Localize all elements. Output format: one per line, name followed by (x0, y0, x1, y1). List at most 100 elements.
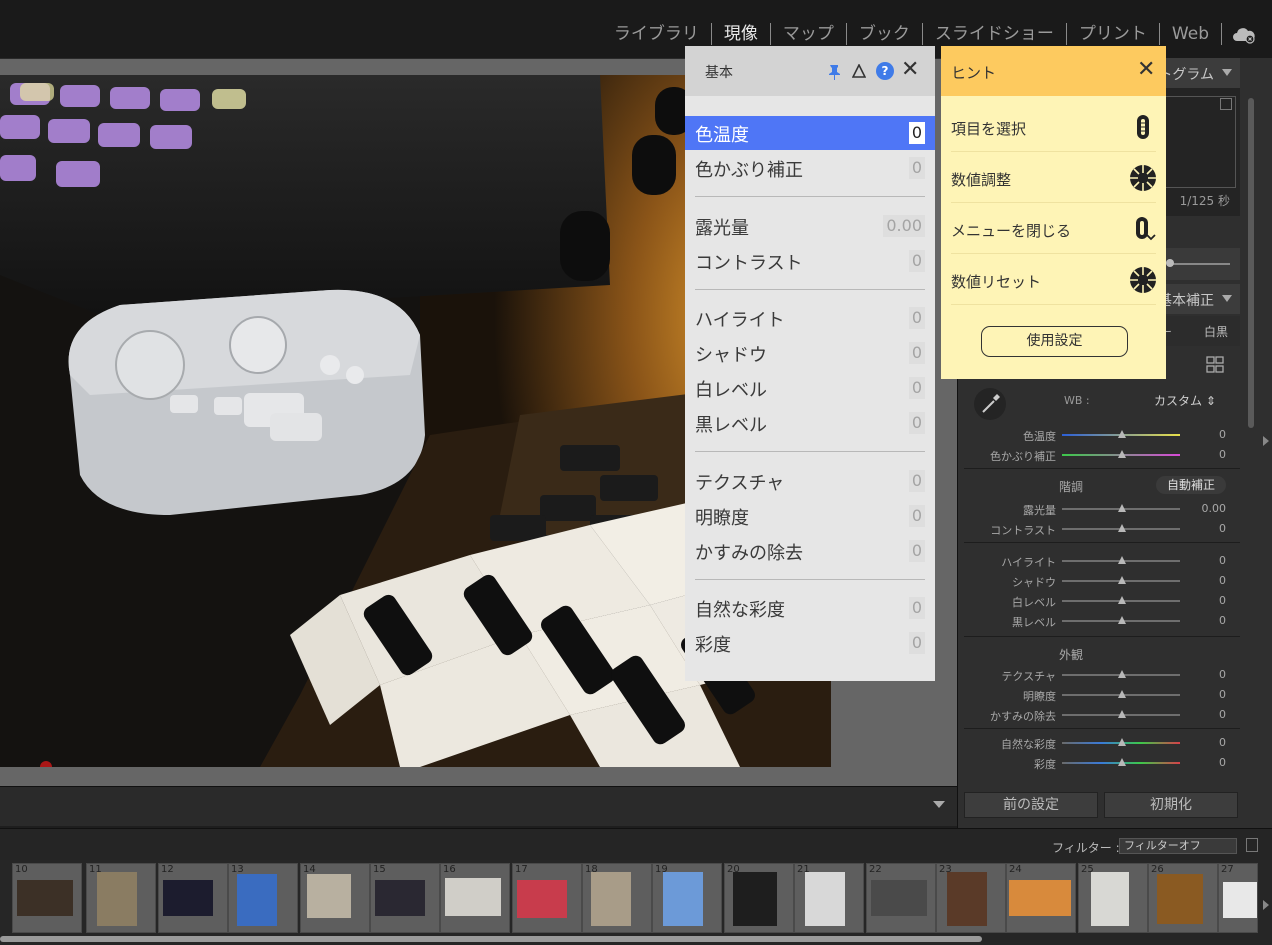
filmstrip-toggle-icon[interactable] (1263, 900, 1269, 910)
collapse-icon[interactable] (1222, 295, 1232, 302)
module-slideshow[interactable]: スライドショー (923, 22, 1066, 46)
collapse-icon[interactable] (1222, 69, 1232, 76)
basic-item-value[interactable]: 0 (908, 157, 925, 179)
slider-value[interactable]: 0 (1219, 428, 1226, 441)
slider-shadows[interactable]: シャドウ 0 (964, 570, 1240, 590)
module-web[interactable]: Web (1160, 22, 1221, 46)
film-cell[interactable]: 13 (228, 863, 298, 933)
slider-value[interactable]: 0 (1219, 756, 1226, 769)
cloud-sync-icon[interactable] (1232, 26, 1256, 44)
slider-value[interactable]: 0.00 (1202, 502, 1227, 515)
film-cell[interactable]: 20 (724, 863, 794, 933)
filmstrip-scrollbar[interactable] (0, 936, 982, 942)
close-icon[interactable]: ✕ (1137, 59, 1155, 81)
filter-lock-icon[interactable] (1246, 838, 1258, 852)
film-cell[interactable]: 10 (12, 863, 82, 933)
slider-blacks[interactable]: 黒レベル 0 (964, 610, 1240, 630)
film-cell[interactable]: 18 (582, 863, 652, 933)
basic-item-exposure[interactable]: 露光量 0.00 (685, 209, 935, 243)
slider-vibrance[interactable]: 自然な彩度 0 (964, 732, 1240, 752)
slider-value[interactable]: 0 (1219, 736, 1226, 749)
panel-toggle-icon[interactable] (1263, 436, 1269, 446)
slider-value[interactable]: 0 (1219, 688, 1226, 701)
slider-thumb[interactable] (1118, 450, 1126, 458)
basic-hud-header[interactable]: 基本 ? ✕ (685, 46, 935, 96)
slider-saturation[interactable]: 彩度 0 (964, 752, 1240, 772)
slider-thumb[interactable] (1118, 690, 1126, 698)
slider-temp[interactable]: 色温度 0 (964, 424, 1240, 444)
basic-item-value[interactable]: 0 (908, 632, 925, 654)
slider-thumb[interactable] (1118, 616, 1126, 624)
slider-thumb[interactable] (1118, 524, 1126, 532)
filter-select[interactable]: フィルターオフ (1119, 838, 1237, 854)
basic-item-value[interactable]: 0 (908, 377, 925, 399)
basic-item-value[interactable]: 0 (908, 412, 925, 434)
film-cell[interactable]: 11 (86, 863, 156, 933)
basic-item-tint[interactable]: 色かぶり補正 0 (685, 151, 935, 185)
slider-thumb[interactable] (1118, 670, 1126, 678)
wb-select[interactable]: カスタム ⇕ (1154, 392, 1216, 409)
basic-item-vibrance[interactable]: 自然な彩度 0 (685, 591, 935, 625)
slider-thumb[interactable] (1118, 596, 1126, 604)
profile-browser-icon[interactable] (1206, 356, 1224, 374)
slider-thumb[interactable] (1118, 430, 1126, 438)
basic-item-clarity[interactable]: 明瞭度 0 (685, 499, 935, 533)
close-icon[interactable]: ✕ (901, 59, 919, 81)
film-cell[interactable]: 16 (440, 863, 510, 933)
slider-value[interactable]: 0 (1219, 574, 1226, 587)
slider-thumb[interactable] (1118, 504, 1126, 512)
film-cell[interactable]: 12 (158, 863, 228, 933)
slider-dehaze[interactable]: かすみの除去 0 (964, 704, 1240, 724)
basic-item-temp[interactable]: 色温度 0 (685, 116, 935, 150)
basic-item-value[interactable]: 0 (908, 540, 925, 562)
slider-thumb[interactable] (1118, 576, 1126, 584)
film-cell[interactable]: 23 (936, 863, 1006, 933)
basic-item-shadows[interactable]: シャドウ 0 (685, 336, 935, 370)
slider-thumb[interactable] (1118, 556, 1126, 564)
eyedropper-icon[interactable] (974, 388, 1006, 420)
slider-thumb[interactable] (1118, 758, 1126, 766)
film-cell[interactable]: 24 (1006, 863, 1076, 933)
tool-slider-knob[interactable] (1166, 259, 1174, 267)
help-icon[interactable]: ? (876, 62, 894, 80)
film-cell[interactable]: 22 (866, 863, 936, 933)
film-cell[interactable]: 26 (1148, 863, 1218, 933)
film-cell[interactable]: 21 (794, 863, 864, 933)
slider-thumb[interactable] (1118, 710, 1126, 718)
basic-item-blacks[interactable]: 黒レベル 0 (685, 406, 935, 440)
slider-clarity[interactable]: 明瞭度 0 (964, 684, 1240, 704)
auto-tone-button[interactable]: 自動補正 (1156, 476, 1226, 494)
slider-texture[interactable]: テクスチャ 0 (964, 664, 1240, 684)
slider-value[interactable]: 0 (1219, 708, 1226, 721)
slider-highlights[interactable]: ハイライト 0 (964, 550, 1240, 570)
pin-icon[interactable] (827, 64, 841, 80)
slider-contrast[interactable]: コントラスト 0 (964, 518, 1240, 538)
basic-item-dehaze[interactable]: かすみの除去 0 (685, 534, 935, 568)
slider-value[interactable]: 0 (1219, 594, 1226, 607)
slider-exposure[interactable]: 露光量 0.00 (964, 498, 1240, 518)
previous-settings-button[interactable]: 前の設定 (964, 792, 1098, 818)
slider-value[interactable]: 0 (1219, 614, 1226, 627)
module-develop[interactable]: 現像 (712, 22, 770, 46)
panel-scrollbar[interactable] (1248, 98, 1254, 428)
reset-button[interactable]: 初期化 (1104, 792, 1238, 818)
basic-item-value[interactable]: 0.00 (883, 215, 925, 237)
settings-button[interactable]: 使用設定 (981, 326, 1128, 357)
slider-value[interactable]: 0 (1219, 448, 1226, 461)
film-cell[interactable]: 17 (512, 863, 582, 933)
slider-whites[interactable]: 白レベル 0 (964, 590, 1240, 610)
basic-item-value[interactable]: 0 (908, 307, 925, 329)
treatment-bw[interactable]: 白黒 (1204, 323, 1228, 340)
module-library[interactable]: ライブラリ (602, 22, 711, 46)
slider-tint[interactable]: 色かぶり補正 0 (964, 444, 1240, 464)
basic-item-value[interactable]: 0 (908, 342, 925, 364)
module-print[interactable]: プリント (1067, 22, 1159, 46)
slider-value[interactable]: 0 (1219, 554, 1226, 567)
film-cell[interactable]: 27 (1218, 863, 1258, 933)
basic-item-value[interactable]: 0 (908, 470, 925, 492)
film-cell[interactable]: 15 (370, 863, 440, 933)
basic-item-texture[interactable]: テクスチャ 0 (685, 464, 935, 498)
warning-triangle-icon[interactable] (852, 64, 866, 78)
basic-item-whites[interactable]: 白レベル 0 (685, 371, 935, 405)
basic-item-value[interactable]: 0 (908, 250, 925, 272)
